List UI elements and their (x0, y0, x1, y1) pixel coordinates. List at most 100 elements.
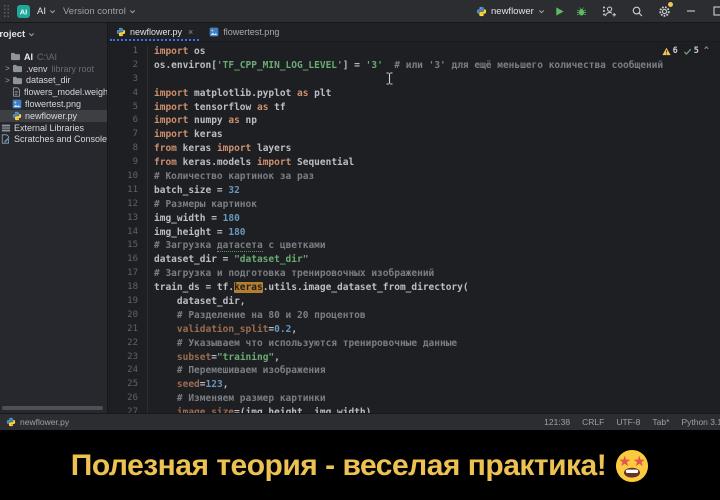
chevron-right-icon[interactable]: > (3, 76, 12, 85)
line-number: 12 (108, 198, 148, 212)
tree-item-flowers-model-weights-h5[interactable]: flowers_model.weights.h5 (0, 86, 107, 98)
tree-item-label: AI (24, 52, 33, 62)
code-text: import keras (148, 128, 223, 142)
code-text: # Загрузка и подготовка тренировочных из… (148, 267, 434, 281)
status-widget[interactable]: 121:38 (544, 417, 570, 427)
code-text: # Загрузка датасета с цветками (148, 239, 326, 253)
status-widget[interactable]: CRLF (582, 417, 604, 427)
run-configuration-selector[interactable]: newflower (476, 6, 545, 17)
code-text: subset="training", (148, 351, 280, 365)
folder-icon (12, 64, 23, 73)
line-number: 8 (108, 142, 148, 156)
code-text: dataset_dir = "dataset_dir" (148, 253, 308, 267)
line-number: 11 (108, 184, 148, 198)
code-text: validation_split=0.2, (148, 323, 297, 337)
tree-item-external-libraries[interactable]: External Libraries (0, 122, 107, 134)
ai-assistant-icon[interactable]: AI (17, 5, 30, 18)
tree-item-flowertest-png[interactable]: flowertest.png (0, 98, 107, 110)
status-bar: newflower.py 121:38 CRLF UTF-8 Tab* Python 3… (0, 413, 720, 430)
tree-item--venv[interactable]: >.venvlibrary root (0, 63, 107, 75)
collapse-chevron-icon[interactable]: ^ (704, 46, 709, 56)
horizontal-scrollbar[interactable] (2, 406, 103, 410)
line-number: 3 (108, 73, 148, 87)
line-number: 5 (108, 101, 148, 115)
project-panel-header[interactable]: Project (0, 23, 107, 43)
image-icon (12, 99, 22, 109)
code-line: 18train_ds = tf.keras.utils.image_datase… (108, 281, 720, 295)
chevron-right-icon[interactable]: > (3, 64, 12, 73)
line-number: 10 (108, 170, 148, 184)
tree-item-label: Scratches and Consoles (14, 134, 108, 144)
project-switcher[interactable]: AI (37, 6, 56, 17)
minimize-button[interactable] (684, 4, 698, 18)
close-icon[interactable]: × (188, 27, 193, 37)
weak-warning-count: 5 (694, 46, 699, 56)
code-text: img_height = 180 (148, 226, 246, 240)
code-line: 2os.environ['TF_CPP_MIN_LOG_LEVEL'] = '3… (108, 59, 720, 73)
code-text: import tensorflow as tf (148, 101, 286, 115)
tree-item-sublabel: C:\AI (37, 52, 57, 62)
code-text: # Изменяем размер картинки (148, 392, 326, 406)
line-number: 14 (108, 226, 148, 240)
code-line: 20 # Разделение на 80 и 20 процентов (108, 309, 720, 323)
code-line: 14img_height = 180 (108, 226, 720, 240)
line-number: 13 (108, 212, 148, 226)
tree-item-sublabel: library root (52, 64, 95, 74)
status-widget[interactable]: Tab* (652, 417, 669, 427)
title-bar: AI AI Version control newflower (0, 0, 720, 23)
line-number: 22 (108, 337, 148, 351)
code-text: os.environ['TF_CPP_MIN_LOG_LEVEL'] = '3'… (148, 59, 663, 73)
project-switcher-label: AI (37, 6, 46, 17)
editor-tab-flowertest-png[interactable]: flowertest.png (201, 23, 287, 41)
code-line: 3 (108, 73, 720, 87)
code-line: 21 validation_split=0.2, (108, 323, 720, 337)
svg-text:AI: AI (20, 7, 28, 16)
code-line: 13img_width = 180 (108, 212, 720, 226)
text-cursor-pointer (385, 72, 394, 85)
debug-button[interactable] (575, 4, 589, 18)
code-text: from keras.models import Sequential (148, 156, 354, 170)
file-icon (12, 87, 21, 97)
line-number: 6 (108, 114, 148, 128)
settings-gear-icon[interactable] (657, 4, 671, 18)
maximize-button[interactable] (711, 4, 720, 18)
status-widget[interactable]: UTF-8 (616, 417, 640, 427)
line-number: 25 (108, 378, 148, 392)
editor-tab-bar: newflower.py×flowertest.png (108, 23, 720, 42)
code-line: 7import keras (108, 128, 720, 142)
line-number: 4 (108, 87, 148, 101)
code-with-me-icon[interactable] (603, 4, 617, 18)
status-breadcrumb[interactable]: newflower.py (6, 414, 69, 430)
chevron-down-icon (538, 8, 545, 15)
code-editor[interactable]: 6 5 ^ 1import os2os.environ['TF_CPP_MIN_… (108, 42, 720, 413)
search-icon[interactable] (630, 4, 644, 18)
window-drag-grip (3, 4, 10, 18)
code-text (148, 73, 154, 87)
caption-banner: Полезная теория - веселая практика! (0, 430, 720, 500)
inspections-widget[interactable]: 6 5 ^ (659, 45, 712, 57)
warning-count: 6 (673, 46, 678, 56)
code-line: 9from keras.models import Sequential (108, 156, 720, 170)
tree-item-label: flowertest.png (25, 99, 81, 109)
status-widget[interactable]: Python 3.12 ( (681, 417, 720, 427)
code-text: # Размеры картинок (148, 198, 257, 212)
tree-item-dataset-dir[interactable]: >dataset_dir (0, 75, 107, 87)
line-number: 17 (108, 267, 148, 281)
line-number: 15 (108, 239, 148, 253)
tree-item-label: newflower.py (25, 111, 77, 121)
tree-item-scratches-and-consoles[interactable]: Scratches and Consoles (0, 134, 107, 146)
python-icon (12, 111, 22, 121)
code-line: 27 image_size=(img_height, img_width), (108, 406, 720, 413)
chevron-down-icon (129, 8, 136, 15)
chevron-down-icon (28, 31, 35, 38)
tree-item-ai[interactable]: AI C:\AI (0, 51, 107, 63)
line-number: 23 (108, 351, 148, 365)
code-line: 1import os (108, 45, 720, 59)
version-control-widget[interactable]: Version control (63, 6, 136, 17)
line-number: 1 (108, 45, 148, 59)
line-number: 2 (108, 59, 148, 73)
editor-tab-newflower-py[interactable]: newflower.py× (108, 23, 201, 41)
tree-item-newflower-py[interactable]: newflower.py (0, 110, 107, 122)
code-line: 6import numpy as np (108, 114, 720, 128)
run-button[interactable] (553, 4, 567, 18)
